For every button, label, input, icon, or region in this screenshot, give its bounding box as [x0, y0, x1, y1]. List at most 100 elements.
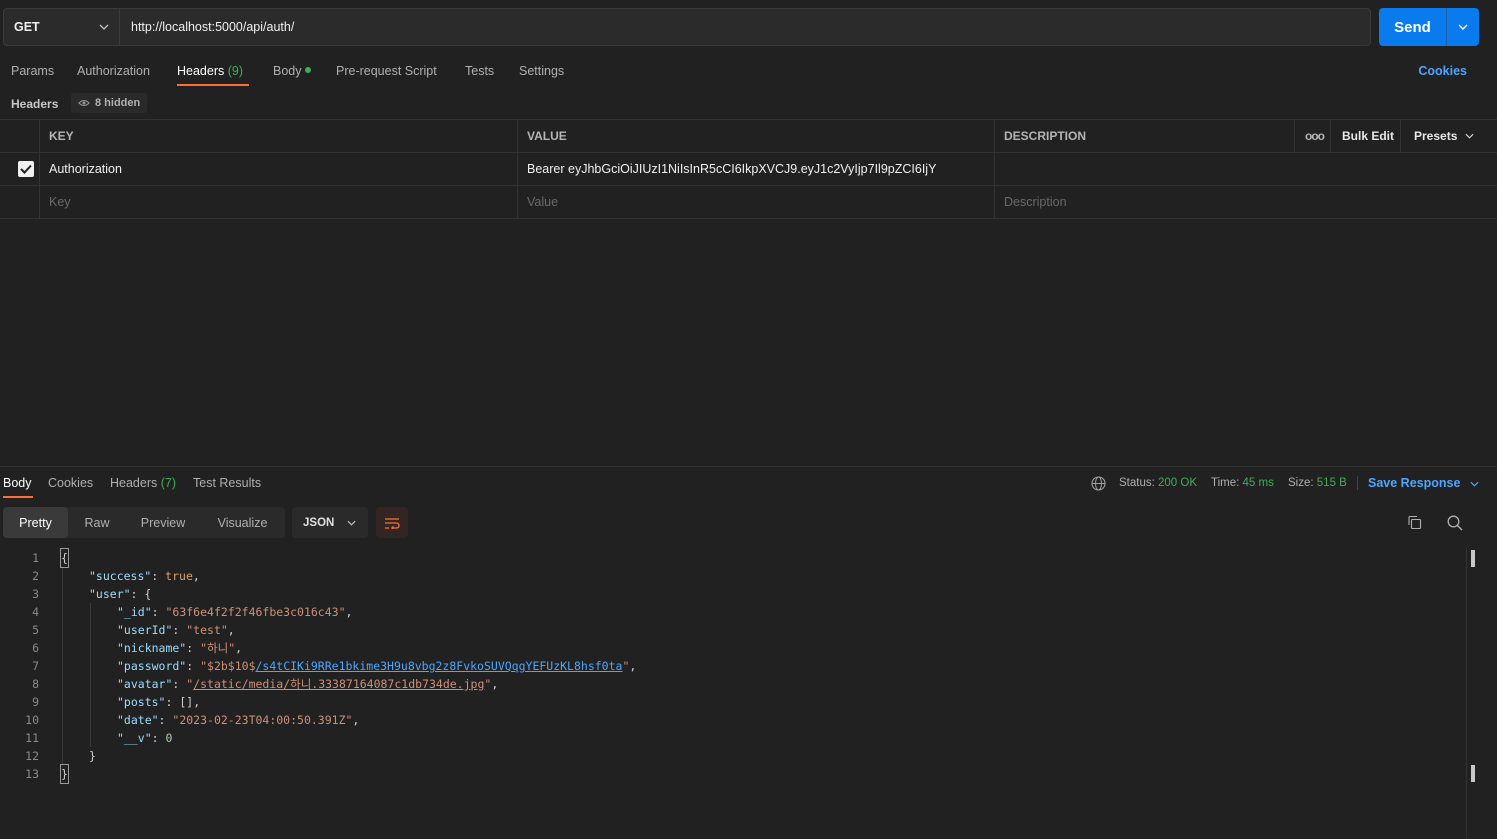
json-value: []: [179, 695, 194, 709]
line-number: 6: [32, 641, 39, 655]
response-tab-headers[interactable]: Headers (7): [110, 476, 176, 490]
response-tab-test-results[interactable]: Test Results: [193, 476, 261, 490]
chevron-down-icon: [1470, 481, 1479, 487]
json-value: "2023-02-23T04:00:50.391Z": [172, 713, 353, 727]
json-value: true: [165, 569, 193, 583]
code-text: "posts": [],: [117, 695, 201, 709]
send-button[interactable]: Send: [1379, 8, 1479, 46]
send-options-button[interactable]: [1446, 8, 1479, 46]
tab-body[interactable]: Body: [273, 64, 311, 78]
pane-divider[interactable]: [0, 466, 1497, 467]
tab-settings[interactable]: Settings: [519, 64, 564, 78]
header-value-cell[interactable]: Bearer eyJhbGciOiJIUzI1NiIsInR5cCI6IkpXV…: [517, 153, 994, 185]
code-line: 10 "date": "2023-02-23T04:00:50.391Z",: [0, 711, 1470, 729]
line-number: 5: [32, 623, 39, 637]
code-text: "_id": "63f6e4f2f2f46fbe3c016c43",: [117, 605, 353, 619]
code-text: "userId": "test",: [117, 623, 235, 637]
code-line: 8 "avatar": "/static/media/하니.33387164087…: [0, 675, 1470, 693]
view-raw-button[interactable]: Raw: [68, 507, 126, 538]
table-header-row: KEY VALUE DESCRIPTION ooo Bulk Edit Pres…: [0, 120, 1497, 153]
active-response-tab-indicator: [3, 496, 33, 498]
format-select[interactable]: JSON: [292, 507, 368, 538]
new-value-input[interactable]: Value: [517, 186, 994, 218]
tab-headers[interactable]: Headers (9): [177, 64, 243, 78]
json-key: "posts": [117, 695, 166, 709]
chevron-down-icon: [99, 24, 109, 30]
tab-label: Tests: [465, 64, 495, 78]
code-line: 13}: [0, 764, 1470, 784]
more-options-button[interactable]: ooo: [1294, 120, 1330, 152]
json-key: "nickname": [117, 641, 187, 655]
size-indicator[interactable]: Size: 515 B: [1288, 477, 1347, 489]
url-input[interactable]: http://localhost:5000/api/auth/: [120, 9, 1370, 45]
code-text: "__v": 0: [117, 731, 173, 745]
url-bar: GET http://localhost:5000/api/auth/: [3, 8, 1371, 46]
code-scrollbar[interactable]: [1466, 548, 1476, 839]
row-checkbox[interactable]: [0, 153, 39, 185]
cookies-link[interactable]: Cookies: [1418, 64, 1467, 78]
header-key-cell[interactable]: Authorization: [39, 153, 517, 185]
view-preview-button[interactable]: Preview: [126, 507, 200, 538]
line-number: 2: [32, 569, 39, 583]
search-icon[interactable]: [1447, 515, 1463, 531]
new-description-input[interactable]: Description: [994, 186, 1497, 218]
view-visualize-button[interactable]: Visualize: [200, 507, 285, 538]
code-line: 6 "nickname": "하니",: [0, 639, 1470, 657]
column-key-header: KEY: [39, 120, 517, 152]
line-number: 12: [25, 749, 39, 763]
view-pretty-button[interactable]: Pretty: [3, 507, 68, 538]
tab-count: (7): [160, 476, 177, 490]
code-text: }: [89, 749, 96, 763]
status-label: Status:: [1119, 477, 1155, 489]
response-tab-body[interactable]: Body: [3, 476, 32, 490]
line-number: 13: [25, 767, 39, 781]
copy-icon[interactable]: [1407, 515, 1422, 530]
hidden-count-label: 8 hidden: [95, 97, 141, 109]
time-value: 45 ms: [1242, 477, 1274, 489]
presets-label: Presets: [1414, 129, 1458, 143]
tab-label: Body: [273, 64, 302, 78]
code-line: 11 "__v": 0: [0, 729, 1470, 747]
status-value: 200 OK: [1158, 477, 1198, 489]
line-number: 10: [25, 713, 39, 727]
json-key: "avatar": [117, 677, 173, 691]
chevron-down-icon: [1465, 133, 1474, 139]
json-link[interactable]: /static/media/하니.33387164087c1db734de.jp…: [193, 677, 484, 691]
json-link[interactable]: /s4tCIKi9RRe1bkime3H9u8vbg2z8FvkoSUVQqgY…: [256, 659, 623, 673]
tab-tests[interactable]: Tests: [465, 64, 494, 78]
code-line: 7 "password": "$2b$10$/s4tCIKi9RRe1bkime3…: [0, 657, 1470, 675]
wrap-lines-button[interactable]: [376, 507, 408, 538]
time-indicator[interactable]: Time: 45 ms: [1211, 477, 1274, 489]
tab-label: Authorization: [77, 64, 150, 78]
save-response-button[interactable]: Save Response: [1368, 476, 1479, 490]
tab-params[interactable]: Params: [11, 64, 54, 78]
tab-label: Headers: [110, 476, 158, 490]
code-text: }: [60, 764, 69, 784]
size-label: Size:: [1288, 477, 1314, 489]
line-number: 8: [32, 677, 39, 691]
headers-section-title: Headers: [11, 97, 59, 111]
line-number: 1: [32, 551, 39, 565]
json-value: 0: [165, 731, 173, 745]
tab-pre-request-script[interactable]: Pre-request Script: [336, 64, 437, 78]
code-text: "date": "2023-02-23T04:00:50.391Z",: [117, 713, 360, 727]
presets-button[interactable]: Presets: [1400, 120, 1497, 152]
line-number: 7: [32, 659, 39, 673]
globe-icon[interactable]: [1091, 476, 1106, 491]
tab-label: Params: [11, 64, 55, 78]
new-key-input[interactable]: Key: [39, 186, 517, 218]
code-text: "avatar": "/static/media/하니.33387164087c…: [117, 677, 499, 691]
bulk-edit-button[interactable]: Bulk Edit: [1330, 120, 1400, 152]
code-line: 3 "user": {: [0, 585, 1470, 603]
method-select[interactable]: GET: [4, 9, 120, 45]
code-line: 5 "userId": "test",: [0, 621, 1470, 639]
json-value: ": [484, 677, 492, 691]
tab-label: Headers: [177, 64, 225, 78]
code-text: "nickname": "하니",: [117, 641, 243, 655]
response-tab-cookies[interactable]: Cookies: [48, 476, 93, 490]
status-indicator[interactable]: Status: 200 OK: [1119, 477, 1197, 489]
response-body-code[interactable]: 1{ 2 "success": true, 3 "user": { 4 "_id": …: [0, 548, 1470, 784]
header-description-cell[interactable]: [994, 153, 1497, 185]
hidden-headers-toggle[interactable]: 8 hidden: [71, 93, 148, 113]
tab-authorization[interactable]: Authorization: [77, 64, 150, 78]
